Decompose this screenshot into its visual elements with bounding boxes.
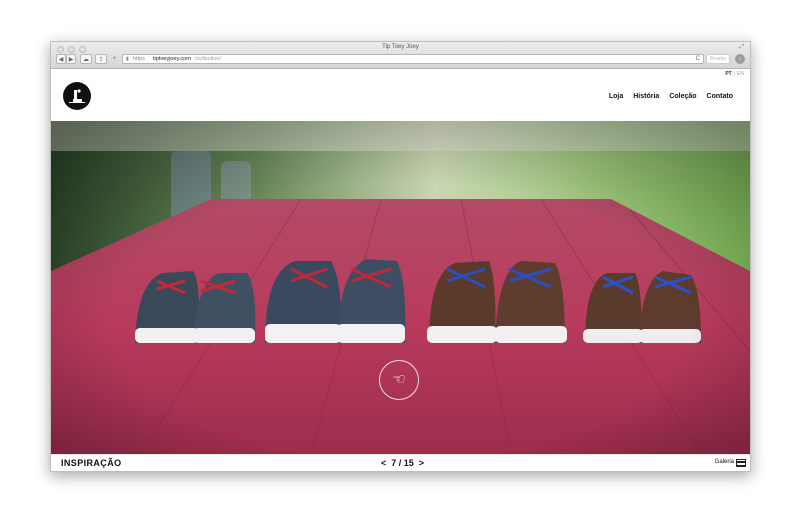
nav-colecao[interactable]: Coleção [669, 93, 696, 100]
nav-historia[interactable]: História [633, 93, 659, 100]
reader-button[interactable]: Reader [706, 54, 730, 64]
lang-pt-link[interactable]: PT [725, 71, 731, 77]
main-nav: Loja História Coleção Contato [609, 93, 733, 100]
favicon-icon: ▮ [126, 56, 129, 62]
slide-counter: 7 / 15 [391, 458, 414, 468]
gallery-link[interactable]: Galeria [715, 459, 734, 465]
web-page: PT | EN Loja História Coleção Contato ☜ … [51, 69, 750, 471]
site-logo[interactable] [63, 82, 91, 110]
url-path: /collection/ [195, 56, 221, 62]
nav-contato[interactable]: Contato [707, 93, 733, 100]
nav-loja[interactable]: Loja [609, 93, 623, 100]
language-switcher: PT | EN [725, 71, 744, 77]
back-button[interactable]: ◀ [56, 54, 66, 64]
icloud-tabs-button[interactable]: ☁ [80, 54, 92, 64]
lang-en-link[interactable]: EN [737, 71, 744, 77]
slide-pager: < 7 / 15 > [381, 458, 424, 468]
prev-slide-button[interactable]: < [381, 458, 386, 468]
swipe-hand-icon[interactable]: ☜ [379, 360, 419, 400]
hero-photo[interactable]: ☜ [51, 121, 750, 454]
window-title: Tip Toey Joey [382, 44, 419, 50]
browser-window: Tip Toey Joey ⤢ ◀ ▶ ☁ ⇪ + ▮ https tiptoe… [50, 41, 751, 472]
logo-mark-icon [69, 89, 85, 103]
forward-button[interactable]: ▶ [66, 54, 76, 64]
next-slide-button[interactable]: > [419, 458, 424, 468]
add-button[interactable]: + [110, 54, 119, 64]
share-button[interactable]: ⇪ [95, 54, 107, 64]
section-title: INSPIRAÇÃO [61, 458, 122, 468]
reload-icon[interactable]: C [696, 55, 700, 63]
footer-bar: INSPIRAÇÃO < 7 / 15 > Galeria [51, 454, 750, 471]
title-bar: Tip Toey Joey ⤢ ◀ ▶ ☁ ⇪ + ▮ https tiptoe… [51, 42, 750, 69]
url-domain: tiptoeyjoey.com [153, 56, 191, 62]
fullscreen-icon[interactable]: ⤢ [739, 44, 744, 51]
url-scheme: https [133, 56, 145, 62]
address-bar[interactable]: ▮ https tiptoeyjoey.com /collection/ C [122, 54, 704, 64]
gallery-grid-icon[interactable] [736, 459, 746, 467]
downloads-button[interactable]: ↓ [735, 54, 745, 64]
shoes-on-table-image [51, 121, 750, 454]
